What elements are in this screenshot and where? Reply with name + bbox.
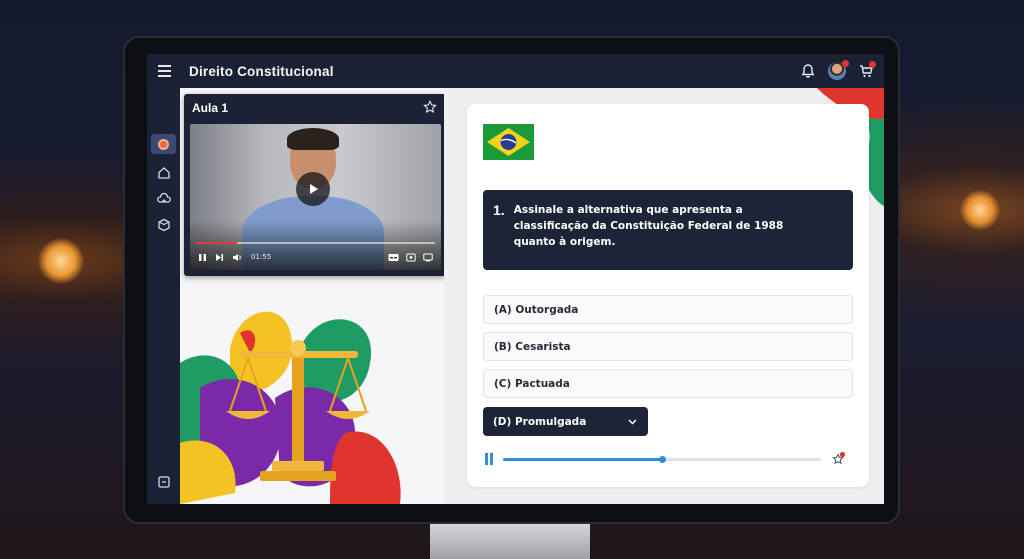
- video-controls: 01:55: [198, 250, 433, 264]
- sidebar-item-box[interactable]: [151, 215, 176, 235]
- top-bar: Direito Constitucional: [147, 54, 884, 88]
- audio-pause-icon[interactable]: [485, 453, 497, 465]
- play-button[interactable]: [296, 172, 330, 206]
- avatar-notification-badge: [842, 60, 849, 67]
- background-lamp-left: [38, 238, 84, 284]
- question-box: 1. Assinale a alternativa que apresenta …: [483, 190, 853, 270]
- app-screen: Direito Constitucional Aula 1 01:55 1. A…: [147, 54, 884, 504]
- avatar[interactable]: [828, 60, 849, 80]
- quiz-card: 1. Assinale a alternativa que apresenta …: [467, 104, 869, 487]
- video-controls-right: [388, 253, 433, 262]
- subtitles-icon[interactable]: [388, 253, 399, 262]
- box-icon: [157, 218, 170, 232]
- left-pane: Aula 1 01:55: [180, 88, 444, 504]
- topbar-actions: [800, 54, 876, 88]
- video-title: Aula 1: [192, 101, 229, 115]
- monitor: Direito Constitucional Aula 1 01:55 1. A…: [123, 36, 900, 524]
- presenter-hair: [287, 128, 339, 150]
- bell-icon[interactable]: [800, 63, 816, 79]
- question-number: 1.: [493, 202, 505, 218]
- option-c[interactable]: (C) Pactuada: [483, 369, 853, 398]
- audio-progress-knob[interactable]: [659, 456, 666, 463]
- cart-icon[interactable]: [858, 61, 876, 79]
- option-b[interactable]: (B) Cesarista: [483, 332, 853, 361]
- chevron-down-icon: [628, 419, 637, 425]
- settings-icon[interactable]: [406, 253, 416, 262]
- volume-icon[interactable]: [232, 253, 243, 262]
- video-time: 01:55: [251, 253, 272, 261]
- video-progress-track[interactable]: [196, 242, 435, 244]
- next-icon[interactable]: [215, 253, 224, 262]
- video-progress-fill: [196, 242, 237, 244]
- audio-player: [485, 451, 851, 467]
- brazil-flag: [483, 124, 534, 160]
- app-title: Direito Constitucional: [189, 63, 334, 79]
- sidebar-item-home[interactable]: [151, 163, 176, 183]
- pause-icon[interactable]: [198, 253, 207, 262]
- cart-notification-badge: [869, 61, 876, 68]
- sidebar-item-collapse[interactable]: [151, 472, 176, 492]
- home-icon: [157, 167, 170, 179]
- option-d-dropdown[interactable]: (D) Promulgada: [483, 407, 648, 436]
- justice-scale-illustration: [180, 311, 401, 504]
- star-icon[interactable]: [423, 100, 437, 114]
- favorite-star-icon[interactable]: [831, 451, 847, 467]
- collapse-icon: [157, 476, 170, 488]
- option-d-label: (D) Promulgada: [493, 415, 587, 428]
- menu-icon[interactable]: [147, 54, 181, 88]
- video-player[interactable]: 01:55: [190, 124, 441, 270]
- sidebar-item-course[interactable]: [151, 134, 176, 154]
- option-a[interactable]: (A) Outorgada: [483, 295, 853, 324]
- play-icon: [310, 184, 318, 194]
- cloud-icon: [156, 192, 171, 203]
- monitor-stand: [430, 522, 590, 559]
- background-lamp-right: [960, 190, 1000, 230]
- video-card: Aula 1 01:55: [184, 94, 444, 276]
- sidebar-item-cloud[interactable]: [151, 189, 176, 209]
- fullscreen-icon[interactable]: [423, 253, 433, 262]
- question-text: Assinale a alternativa que apresenta a c…: [513, 204, 784, 248]
- sidebar: [147, 88, 180, 504]
- course-icon: [158, 138, 169, 150]
- audio-progress-track[interactable]: [503, 456, 821, 463]
- audio-progress-fill: [503, 458, 662, 461]
